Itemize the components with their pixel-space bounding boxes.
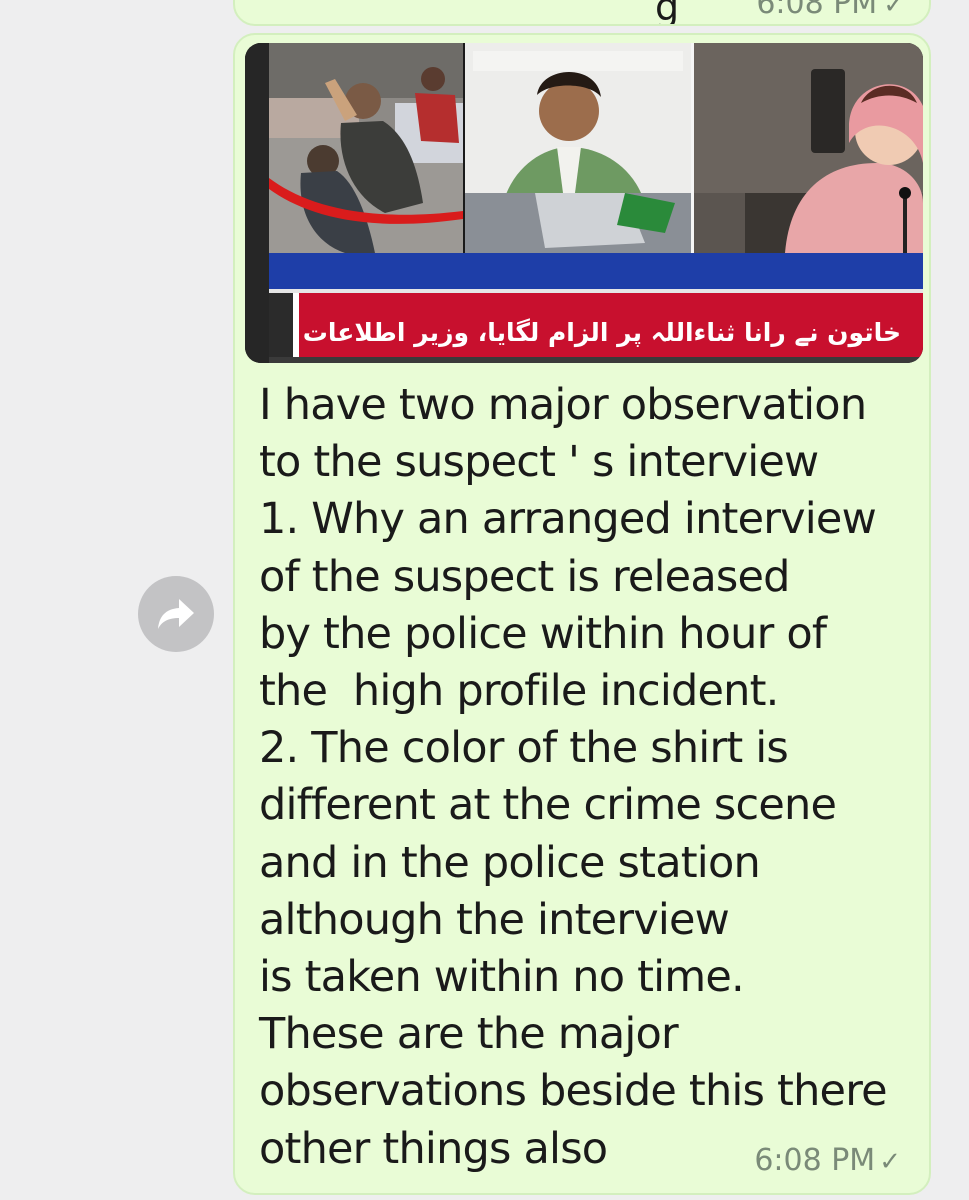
- check-icon: ✓: [879, 1147, 901, 1177]
- minister-panel: [693, 43, 923, 253]
- forward-button[interactable]: [138, 576, 214, 652]
- message-text: I have two major observation to the susp…: [259, 380, 888, 1174]
- check-icon: ✓: [883, 0, 905, 20]
- previous-message-time: 6:08 PM: [756, 0, 878, 21]
- suspect-panel: [463, 43, 693, 253]
- crime-scene-panel: [269, 43, 463, 253]
- ticker-blue-band: [269, 253, 923, 289]
- media-thumbnail[interactable]: خاتون نے رانا ثناءاللہ پر الزام لگایا، و…: [245, 43, 923, 363]
- message-timestamp: 6:08 PM ✓: [754, 1144, 901, 1179]
- news-screenshot-image: [245, 43, 923, 363]
- message-bubble[interactable]: خاتون نے رانا ثناءاللہ پر الزام لگایا، و…: [233, 33, 931, 1195]
- forward-icon: [158, 599, 194, 629]
- news-ticker-text: خاتون نے رانا ثناءاللہ پر الزام لگایا، و…: [302, 318, 901, 347]
- previous-message-text: g: [655, 0, 680, 26]
- previous-message-bubble[interactable]: g 6:08 PM ✓: [233, 0, 931, 26]
- previous-message-timestamp: 6:08 PM ✓: [756, 0, 905, 21]
- message-time: 6:08 PM: [754, 1143, 876, 1178]
